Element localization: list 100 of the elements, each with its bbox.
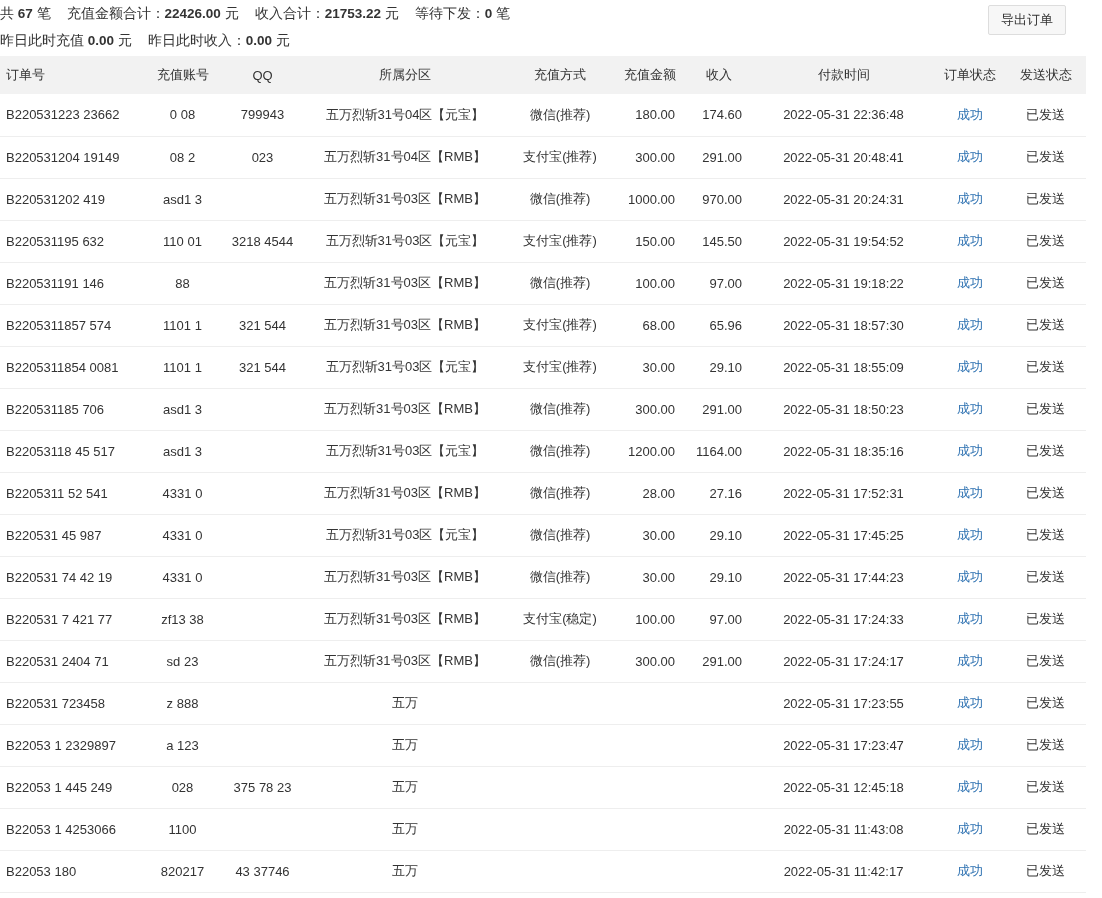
table-cell: 已发送	[1026, 190, 1065, 208]
table-cell: 2022-05-31 18:50:23	[783, 401, 904, 417]
status-link[interactable]: 成功	[957, 275, 983, 290]
table-cell: 1100	[168, 821, 197, 837]
summary-text: 共 67 笔	[0, 4, 51, 23]
table-cell: asd1 3	[162, 191, 202, 207]
status-link[interactable]: 成功	[957, 653, 983, 668]
table-cell: 375 78 23	[233, 779, 292, 795]
table-cell: 321 544	[239, 317, 286, 333]
table-cell: 100.00	[635, 611, 675, 627]
status-link[interactable]: 成功	[957, 695, 983, 710]
table-cell: 27.16	[709, 485, 742, 501]
column-header: 付款时间	[817, 66, 870, 84]
table-cell: 2022-05-31 22:36:48	[783, 107, 904, 123]
table-cell: 已发送	[1026, 526, 1065, 544]
table-cell: 3218 4544	[231, 233, 294, 249]
export-button[interactable]: 导出订单	[988, 5, 1066, 35]
table-cell: B2205311854 0081	[6, 359, 119, 375]
table-cell: B2205311 52 541	[6, 485, 108, 501]
table-cell: 30.00	[642, 359, 675, 375]
status-link[interactable]: 成功	[957, 485, 983, 500]
table-cell: 291.00	[702, 653, 742, 669]
summary-text: 等待下发：0 笔	[414, 4, 510, 23]
table-cell: 2022-05-31 20:24:31	[783, 191, 904, 207]
status-link[interactable]: 成功	[957, 821, 983, 836]
table-cell: 43 37746	[235, 863, 290, 879]
table-cell: 五万烈斩31号03区【元宝】	[325, 232, 485, 250]
table-cell: 970.00	[702, 191, 742, 207]
status-link[interactable]: 成功	[957, 106, 983, 122]
table-cell: 2022-05-31 11:43:08	[783, 821, 904, 837]
column-header: 所属分区	[379, 66, 431, 84]
table-cell: 2022-05-31 18:35:16	[783, 443, 904, 459]
table-cell: 支付宝(推荐)	[523, 148, 597, 166]
table-cell: 2022-05-31 11:42:17	[783, 863, 904, 879]
table-cell: B220531 723458	[6, 695, 106, 711]
table-cell: 88	[175, 275, 190, 291]
table-cell: 2022-05-31 17:45:25	[783, 527, 904, 543]
table-cell: 028	[171, 779, 194, 795]
table-cell: B220531202 419	[6, 191, 106, 207]
table-cell: 五万	[392, 736, 418, 754]
table-cell: 五万烈斩31号03区【RMB】	[324, 652, 486, 670]
table-cell: 微信(推荐)	[529, 442, 591, 460]
table-cell: 五万烈斩31号04区【RMB】	[324, 148, 486, 166]
status-link[interactable]: 成功	[957, 443, 983, 458]
column-header: 充值方式	[534, 66, 586, 84]
table-cell: 已发送	[1026, 358, 1065, 376]
table-cell: B220531204 19149	[6, 149, 120, 165]
table-cell: B220531 74 42 19	[6, 569, 113, 585]
status-link[interactable]: 成功	[957, 233, 983, 248]
table-cell: B220531 7 421 77	[6, 611, 113, 627]
table-cell: 145.50	[702, 233, 742, 249]
column-header: 收入	[705, 66, 732, 84]
table-cell: 110 01	[163, 233, 202, 249]
column-header: 充值金额	[624, 66, 676, 84]
status-link[interactable]: 成功	[957, 779, 983, 794]
status-link[interactable]: 成功	[957, 359, 983, 374]
table-cell: 微信(推荐)	[529, 190, 591, 208]
table-cell: 已发送	[1026, 694, 1065, 712]
table-cell: z 888	[166, 695, 199, 711]
table-cell: 支付宝(推荐)	[523, 232, 597, 250]
status-link[interactable]: 成功	[957, 149, 983, 164]
table-cell: 已发送	[1026, 148, 1065, 166]
status-link[interactable]: 成功	[957, 191, 983, 206]
column-header: 订单状态	[944, 66, 996, 84]
status-link[interactable]: 成功	[957, 737, 983, 752]
table-cell: 2022-05-31 17:23:55	[783, 695, 904, 711]
summary-text: 收入合计：21753.22 元	[254, 4, 399, 23]
table-cell: B220531195 632	[6, 233, 105, 249]
table-cell: 2022-05-31 17:44:23	[783, 569, 904, 585]
table-cell: 已发送	[1026, 442, 1065, 460]
table-cell: 2022-05-31 18:57:30	[783, 317, 904, 333]
table-cell: 支付宝(推荐)	[523, 358, 597, 376]
table-cell: 97.00	[709, 275, 742, 291]
table-cell: 已发送	[1026, 232, 1065, 250]
status-link[interactable]: 成功	[957, 569, 983, 584]
table-cell: 支付宝(稳定)	[523, 610, 597, 628]
status-link[interactable]: 成功	[957, 611, 983, 626]
table-cell: 291.00	[702, 149, 742, 165]
summary-text: 充值金额合计：22426.00 元	[66, 4, 239, 23]
table-cell: 五万烈斩31号03区【元宝】	[325, 358, 485, 376]
table-cell: 2022-05-31 18:55:09	[783, 359, 904, 375]
table-cell: 微信(推荐)	[529, 274, 591, 292]
status-link[interactable]: 成功	[957, 527, 983, 542]
table-cell: B22053 1 2329897	[6, 737, 116, 753]
table-cell: 150.00	[635, 233, 675, 249]
table-cell: asd1 3	[162, 401, 202, 417]
status-link[interactable]: 成功	[957, 317, 983, 332]
table-cell: 300.00	[635, 653, 675, 669]
status-link[interactable]: 成功	[957, 401, 983, 416]
table-cell: 65.96	[709, 317, 742, 333]
table-cell: asd1 3	[162, 443, 202, 459]
table-cell: 1101 1	[163, 317, 202, 333]
table-cell: 五万烈斩31号03区【RMB】	[324, 316, 486, 334]
table-cell: 已发送	[1026, 568, 1065, 586]
summary-text: 昨日此时收入：0.00 元	[147, 31, 290, 50]
status-link[interactable]: 成功	[957, 863, 983, 878]
summary-text: 昨日此时充值 0.00 元	[0, 31, 132, 50]
table-cell: 28.00	[642, 485, 675, 501]
table-cell: 2022-05-31 19:18:22	[783, 275, 904, 291]
table-cell: 0 08	[169, 107, 196, 123]
